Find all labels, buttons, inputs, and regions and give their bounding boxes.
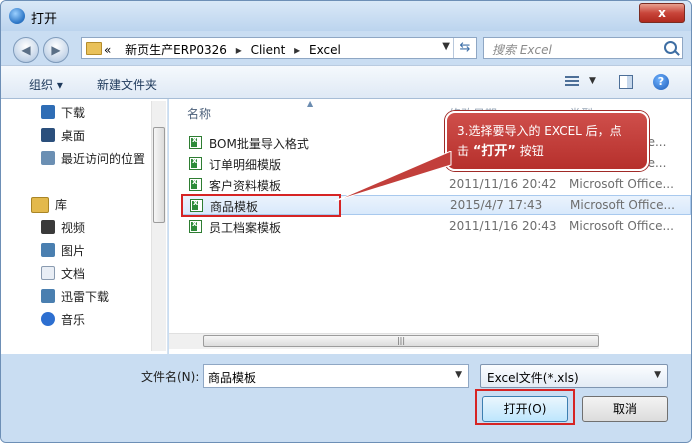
sidebar-item-label: 下载 — [61, 105, 86, 120]
excel-file-icon — [189, 177, 202, 191]
folder-icon — [86, 42, 102, 55]
sidebar-item-recent[interactable]: 最近访问的位置 — [41, 149, 145, 167]
open-file-dialog: 打开 x ◀ ▶ « 新页生产ERP0326 ▸ Client ▸ Excel … — [0, 0, 692, 443]
file-date: 2011/11/16 20:43 — [449, 219, 557, 233]
navigation-pane: 下载 桌面 最近访问的位置 库 视频 图片 文档 迅雷下载 音乐 — [1, 99, 168, 354]
sidebar-scrollbar[interactable] — [151, 101, 166, 351]
file-type: Microsoft Office... — [570, 198, 675, 212]
sidebar-scroll-thumb[interactable] — [153, 127, 165, 223]
breadcrumb-item-excel[interactable]: Excel — [309, 43, 341, 57]
instruction-callout: 3.选择要导入的 EXCEL 后，点 击 “打开” 按钮 — [445, 111, 649, 171]
sidebar-item-music[interactable]: 音乐 — [41, 310, 85, 328]
refresh-icon[interactable]: ⇆ — [453, 38, 476, 58]
file-name: 客户资料模板 — [209, 179, 282, 193]
new-folder-button[interactable]: 新建文件夹 — [97, 76, 157, 93]
excel-file-icon — [189, 135, 202, 149]
filename-dropdown-icon[interactable]: ▼ — [455, 370, 462, 380]
sidebar-item-downloads[interactable]: 下载 — [41, 103, 85, 121]
dialog-footer: 文件名(N): 商品模板 ▼ Excel文件(*.xls) ▼ 打开(O) 取消 — [1, 354, 691, 442]
breadcrumb-item-client[interactable]: Client — [251, 43, 286, 57]
sidebar-item-label: 库 — [55, 198, 68, 212]
view-dropdown-icon[interactable]: ▼ — [589, 76, 596, 86]
file-name: BOM批量导入格式 — [209, 137, 309, 151]
callout-text: 按钮 — [515, 144, 544, 158]
music-icon — [41, 312, 55, 326]
command-toolbar: 组织 ▾ 新建文件夹 ▼ ? — [1, 65, 691, 99]
file-type: Microsoft Office... — [569, 219, 674, 233]
callout-pointer — [334, 151, 452, 202]
address-dropdown-icon[interactable]: ▼ — [442, 41, 450, 52]
thunder-download-icon — [41, 289, 55, 303]
video-icon — [41, 220, 55, 234]
filename-label: 文件名(N): — [141, 370, 200, 384]
callout-line-1: 3.选择要导入的 EXCEL 后，点 — [457, 124, 622, 138]
sidebar-item-label: 桌面 — [61, 128, 86, 143]
sidebar-item-label: 最近访问的位置 — [61, 151, 146, 166]
horizontal-scroll-thumb[interactable]: ||| — [203, 335, 599, 347]
file-type-value: Excel文件(*.xls) — [487, 371, 579, 385]
sort-ascending-icon: ▲ — [307, 99, 314, 108]
breadcrumb-item-root[interactable]: 新页生产ERP0326 — [125, 43, 227, 57]
document-icon — [41, 266, 55, 280]
sidebar-item-documents[interactable]: 文档 — [41, 264, 85, 282]
address-row: ◀ ▶ « 新页生产ERP0326 ▸ Client ▸ Excel ▼ ⇆ 搜… — [1, 31, 691, 65]
close-button[interactable]: x — [639, 3, 685, 23]
file-date: 2011/11/16 20:42 — [449, 177, 557, 191]
file-type-dropdown-icon[interactable]: ▼ — [654, 370, 661, 380]
file-row[interactable]: 员工档案模板 2011/11/16 20:43 Microsoft Office… — [181, 217, 691, 237]
file-name: 订单明细模版 — [209, 158, 282, 172]
sidebar-item-label: 迅雷下载 — [61, 289, 110, 304]
open-button-highlight-box — [475, 389, 575, 425]
library-icon — [31, 196, 49, 213]
desktop-icon — [41, 128, 55, 142]
preview-pane-icon[interactable] — [619, 75, 633, 89]
organize-button[interactable]: 组织 ▾ — [29, 76, 63, 93]
file-type-select[interactable]: Excel文件(*.xls) ▼ — [480, 364, 668, 388]
callout-text: 击 — [457, 144, 473, 158]
download-icon — [41, 105, 55, 119]
forward-button[interactable]: ▶ — [43, 37, 69, 63]
recent-icon — [41, 151, 55, 165]
sidebar-item-label: 文档 — [61, 266, 86, 281]
view-options-icon[interactable] — [565, 76, 579, 88]
excel-file-icon — [189, 156, 202, 170]
search-icon[interactable] — [664, 41, 677, 54]
sidebar-item-label: 图片 — [61, 243, 86, 258]
breadcrumb-separator-icon[interactable]: ▸ — [236, 43, 242, 57]
title-bar: 打开 x — [1, 1, 691, 31]
file-name: 员工档案模板 — [209, 221, 282, 235]
sidebar-item-videos[interactable]: 视频 — [41, 218, 85, 236]
sidebar-item-libraries[interactable]: 库 — [31, 196, 67, 213]
search-input[interactable]: 搜索 Excel — [483, 37, 683, 59]
breadcrumb-overflow[interactable]: « — [104, 43, 111, 57]
sidebar-item-desktop[interactable]: 桌面 — [41, 126, 85, 144]
address-bar[interactable]: « 新页生产ERP0326 ▸ Client ▸ Excel ▼ ⇆ — [81, 37, 477, 59]
help-icon[interactable]: ? — [653, 74, 669, 90]
sidebar-item-pictures[interactable]: 图片 — [41, 241, 85, 259]
breadcrumb: « 新页生产ERP0326 ▸ Client ▸ Excel — [104, 41, 341, 58]
window-title: 打开 — [31, 12, 58, 27]
callout-line-2: 击 “打开” 按钮 — [457, 141, 637, 162]
file-date: 2015/4/7 17:43 — [450, 198, 543, 212]
horizontal-scrollbar[interactable]: ||| — [169, 333, 599, 349]
breadcrumb-separator-icon[interactable]: ▸ — [294, 43, 300, 57]
search-placeholder: 搜索 Excel — [492, 43, 552, 57]
file-type: Microsoft Office... — [569, 177, 674, 191]
picture-icon — [41, 243, 55, 257]
excel-file-icon — [189, 219, 202, 233]
selection-highlight-box — [181, 194, 341, 217]
sidebar-item-thunder-downloads[interactable]: 迅雷下载 — [41, 287, 109, 305]
sidebar-item-label: 视频 — [61, 220, 86, 235]
filename-input[interactable]: 商品模板 ▼ — [203, 364, 469, 388]
app-icon — [9, 8, 25, 24]
filename-value[interactable]: 商品模板 — [208, 369, 256, 386]
column-header-name[interactable]: 名称 — [187, 105, 211, 122]
cancel-button[interactable]: 取消 — [582, 396, 668, 422]
sidebar-item-label: 音乐 — [61, 312, 86, 327]
back-button[interactable]: ◀ — [13, 37, 39, 63]
callout-emphasis: “打开” — [472, 144, 516, 159]
